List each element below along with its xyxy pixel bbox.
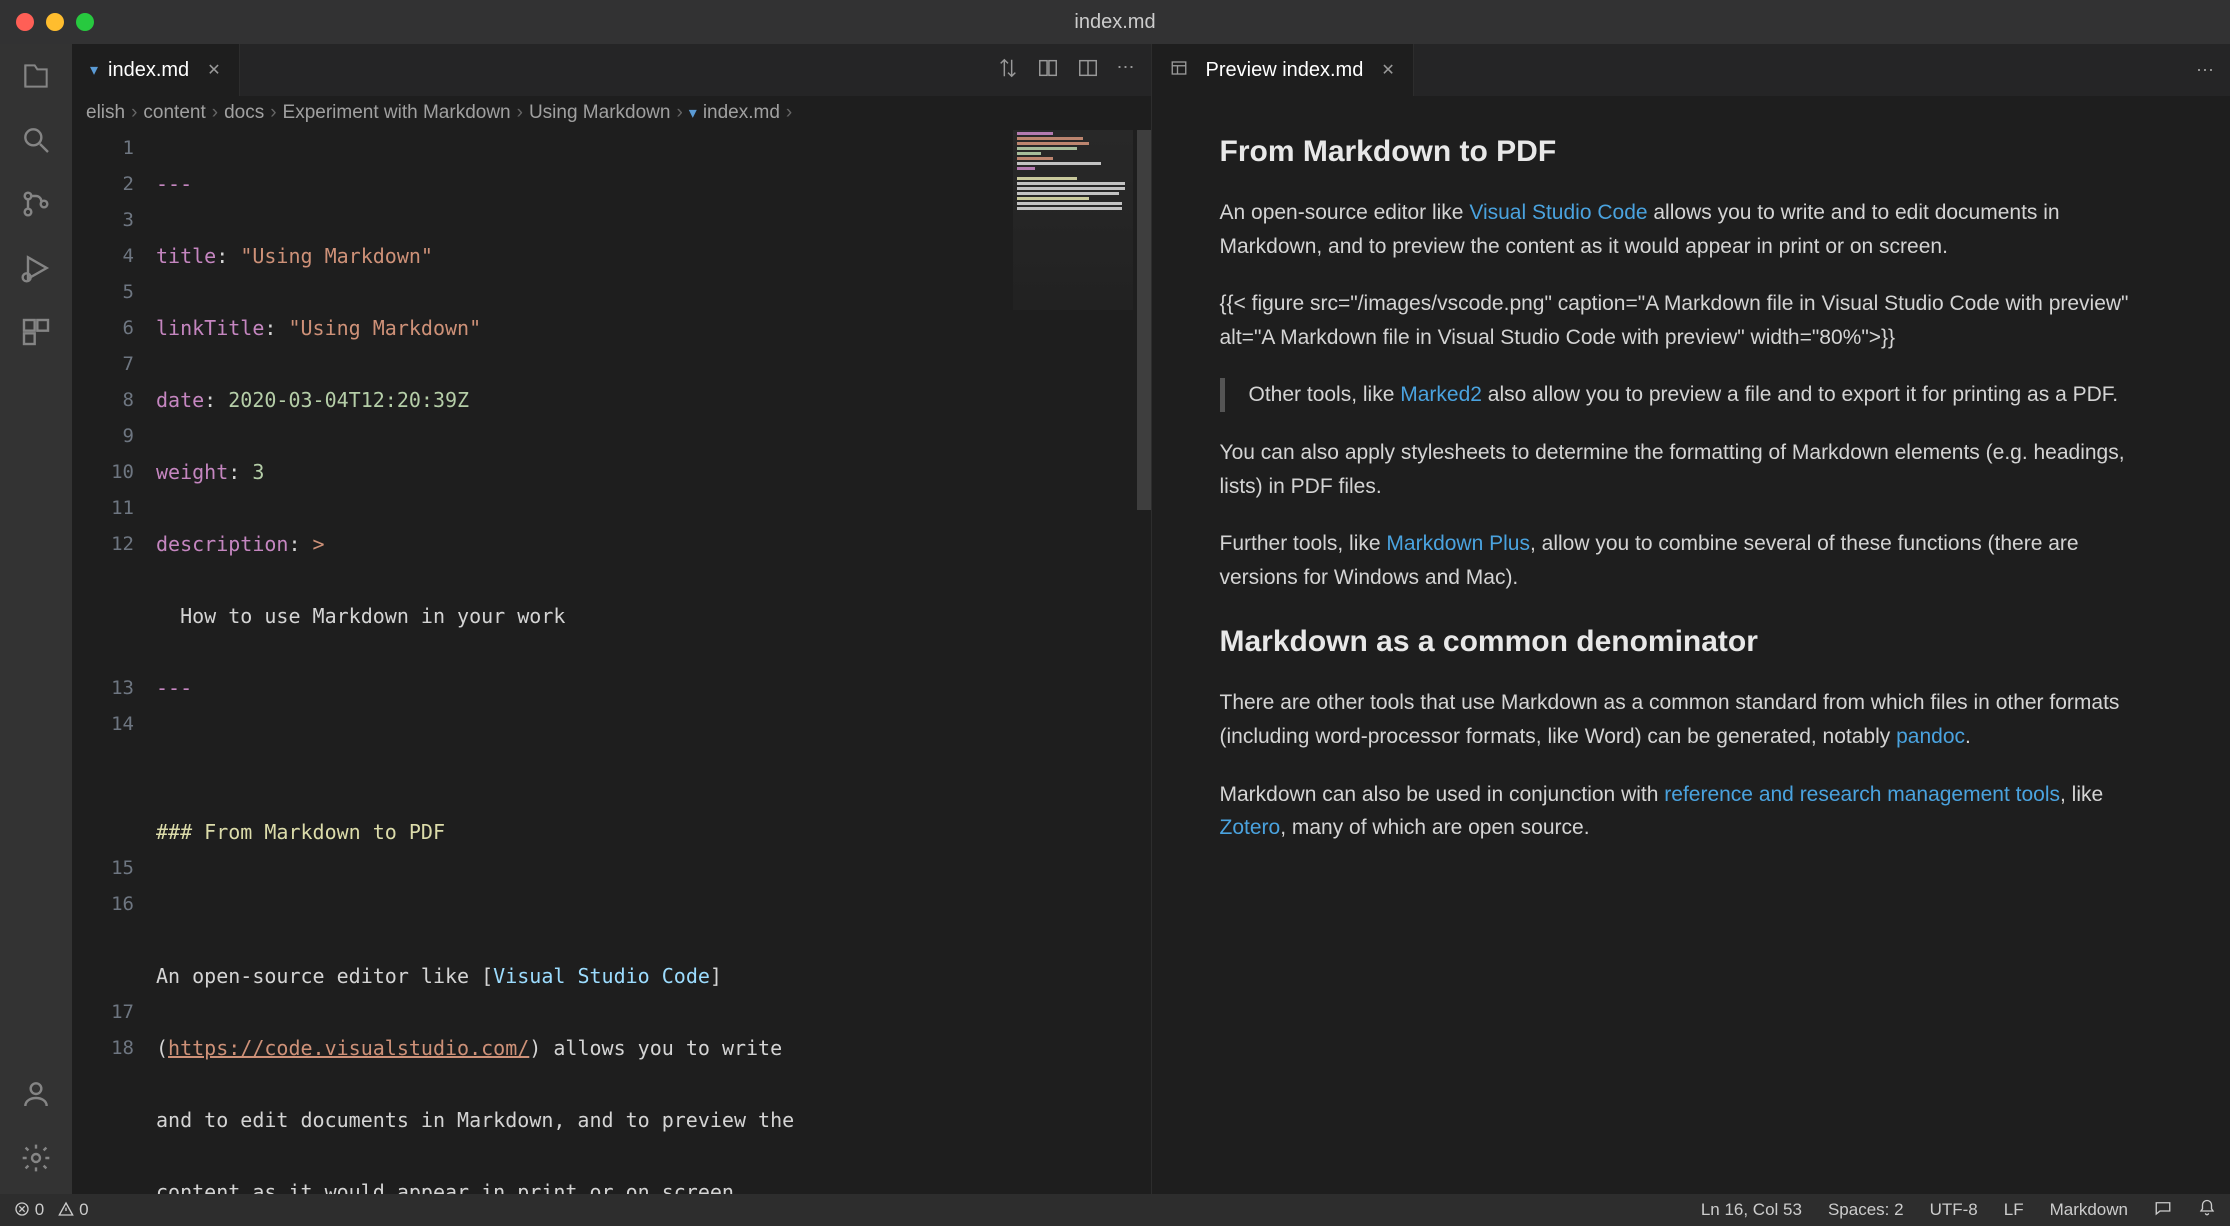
tab-preview[interactable]: Preview index.md ✕ (1152, 44, 1414, 96)
debug-icon[interactable] (16, 248, 56, 288)
status-encoding[interactable]: UTF-8 (1930, 1200, 1978, 1220)
status-bar: 0 0 Ln 16, Col 53 Spaces: 2 UTF-8 LF Mar… (0, 1194, 2230, 1226)
preview-paragraph: An open-source editor like Visual Studio… (1220, 196, 2163, 263)
window-minimize-button[interactable] (46, 13, 64, 31)
preview-paragraph: {{< figure src="/images/vscode.png" capt… (1220, 287, 2163, 354)
link-reference-tools[interactable]: reference and research management tools (1664, 783, 2060, 806)
link-vscode[interactable]: Visual Studio Code (1469, 201, 1647, 224)
close-tab-icon[interactable]: ✕ (1381, 60, 1394, 80)
notifications-icon[interactable] (2198, 1199, 2216, 1222)
explorer-icon[interactable] (16, 56, 56, 96)
preview-heading: From Markdown to PDF (1220, 128, 2163, 176)
editor-tab-bar: ▾ index.md ✕ ⋯ (72, 44, 1151, 96)
preview-heading: Markdown as a common denominator (1220, 618, 2163, 666)
source-control-icon[interactable] (16, 184, 56, 224)
accounts-icon[interactable] (16, 1074, 56, 1114)
search-icon[interactable] (16, 120, 56, 160)
link-markdown-plus[interactable]: Markdown Plus (1386, 532, 1530, 555)
preview-paragraph: Further tools, like Markdown Plus, allow… (1220, 527, 2163, 594)
minimap[interactable] (1013, 130, 1133, 310)
activity-bar (0, 44, 72, 1194)
preview-pane: Preview index.md ✕ ⋯ From Markdown to PD… (1151, 44, 2230, 1194)
more-actions-icon[interactable]: ⋯ (1117, 57, 1135, 84)
preview-icon (1170, 59, 1188, 82)
breadcrumb-item[interactable]: elish (86, 102, 125, 124)
tab-label: index.md (108, 59, 189, 82)
tab-label: Preview index.md (1206, 59, 1364, 82)
code-content[interactable]: --- title: "Using Markdown" linkTitle: "… (156, 130, 1151, 1194)
status-language[interactable]: Markdown (2050, 1200, 2128, 1220)
preview-tab-bar: Preview index.md ✕ ⋯ (1152, 44, 2230, 96)
scrollbar[interactable] (1137, 130, 1151, 510)
line-numbers: 123456789101112 1314 1516 1718 (72, 130, 156, 1194)
editor-pane: ▾ index.md ✕ ⋯ e (72, 44, 1151, 1194)
feedback-icon[interactable] (2154, 1199, 2172, 1222)
compare-icon[interactable] (997, 57, 1019, 84)
status-indent[interactable]: Spaces: 2 (1828, 1200, 1904, 1220)
breadcrumb-item[interactable]: docs (224, 102, 264, 124)
breadcrumb-item[interactable]: content (143, 102, 205, 124)
status-problems[interactable]: 0 0 (14, 1200, 89, 1220)
preview-paragraph: Markdown can also be used in conjunction… (1220, 778, 2163, 845)
code-editor[interactable]: 123456789101112 1314 1516 1718 --- title… (72, 130, 1151, 1194)
breadcrumbs[interactable]: elish› content› docs› Experiment with Ma… (72, 96, 1151, 130)
settings-gear-icon[interactable] (16, 1138, 56, 1178)
status-cursor[interactable]: Ln 16, Col 53 (1701, 1200, 1802, 1220)
link-marked2[interactable]: Marked2 (1400, 383, 1482, 406)
markdown-file-icon: ▾ (689, 103, 697, 123)
breadcrumb-item[interactable]: index.md (703, 102, 780, 124)
window-zoom-button[interactable] (76, 13, 94, 31)
tab-index-md[interactable]: ▾ index.md ✕ (72, 44, 240, 96)
extensions-icon[interactable] (16, 312, 56, 352)
link-zotero[interactable]: Zotero (1220, 816, 1281, 839)
split-editor-icon[interactable] (1077, 57, 1099, 84)
close-tab-icon[interactable]: ✕ (207, 60, 220, 80)
breadcrumb-item[interactable]: Experiment with Markdown (283, 102, 511, 124)
preview-paragraph: There are other tools that use Markdown … (1220, 686, 2163, 753)
more-actions-icon[interactable]: ⋯ (2196, 60, 2214, 81)
breadcrumb-item[interactable]: Using Markdown (529, 102, 671, 124)
link-pandoc[interactable]: pandoc (1896, 725, 1965, 748)
window-title: index.md (1074, 11, 1155, 34)
preview-blockquote: Other tools, like Marked2 also allow you… (1220, 378, 2163, 412)
preview-paragraph: You can also apply stylesheets to determ… (1220, 436, 2163, 503)
markdown-preview[interactable]: From Markdown to PDF An open-source edit… (1152, 96, 2230, 1194)
window-close-button[interactable] (16, 13, 34, 31)
status-eol[interactable]: LF (2004, 1200, 2024, 1220)
markdown-file-icon: ▾ (90, 60, 98, 80)
titlebar: index.md (0, 0, 2230, 44)
open-preview-icon[interactable] (1037, 57, 1059, 84)
